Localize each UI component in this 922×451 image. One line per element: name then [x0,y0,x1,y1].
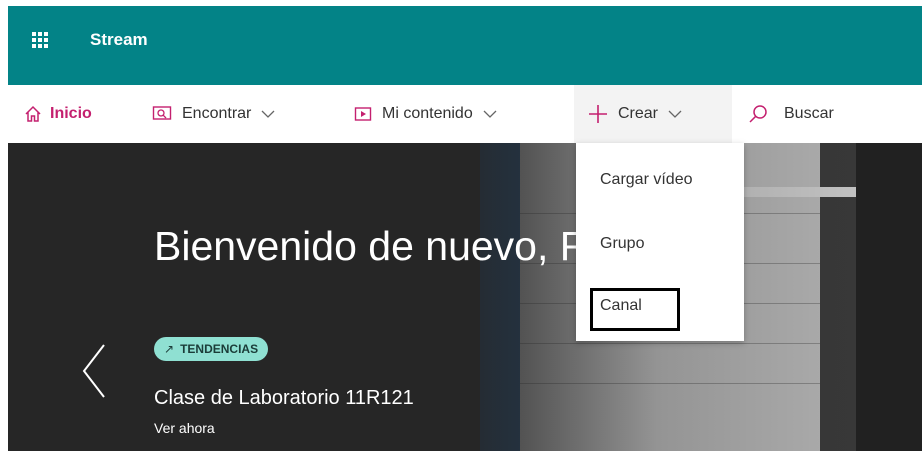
search-icon [749,105,767,123]
home-icon [25,105,41,122]
featured-video-title[interactable]: Clase de Laboratorio 11R121 [154,387,414,410]
trending-badge-label: TENDENCIAS [180,342,259,356]
nav-create-label: Crear [618,105,659,122]
find-icon [152,106,172,120]
hero-carousel: Bienvenido de nuevo, Rys ↗ TENDENCIAS Cl… [8,143,922,451]
nav-find-label: Encontrar [182,105,252,122]
chevron-down-icon [668,110,682,118]
nav-search-label: Buscar [784,105,834,122]
trending-icon: ↗ [164,342,175,356]
chevron-left-icon[interactable] [80,343,108,399]
highlight-box [590,288,680,331]
chevron-down-icon [483,110,497,118]
nav-home[interactable]: Inicio [24,85,92,143]
nav-find[interactable]: Encontrar [152,85,275,143]
main-nav: Inicio Encontrar Mi contenido Crear Busc… [8,85,922,143]
hero-headline: Bienvenido de nuevo, Rys [154,223,631,269]
nav-home-label: Inicio [50,105,92,122]
nav-my-content-label: Mi contenido [382,105,473,122]
chevron-down-icon [261,110,275,118]
menu-item-channel[interactable]: Canal [576,281,744,331]
nav-create[interactable]: Crear [574,85,732,143]
trending-badge: ↗ TENDENCIAS [154,337,269,361]
nav-search[interactable]: Buscar [748,85,834,143]
watch-now-link[interactable]: Ver ahora [154,420,215,436]
top-bar: Stream [8,6,922,85]
menu-item-group[interactable]: Grupo [576,219,744,269]
plus-icon [589,105,607,123]
menu-item-upload-video[interactable]: Cargar vídeo [576,155,744,205]
video-icon [354,107,372,121]
app-name[interactable]: Stream [90,30,148,50]
nav-my-content[interactable]: Mi contenido [354,85,497,143]
app-launcher-icon[interactable] [32,32,48,48]
create-dropdown-menu: Cargar vídeo Grupo Canal [576,143,744,341]
